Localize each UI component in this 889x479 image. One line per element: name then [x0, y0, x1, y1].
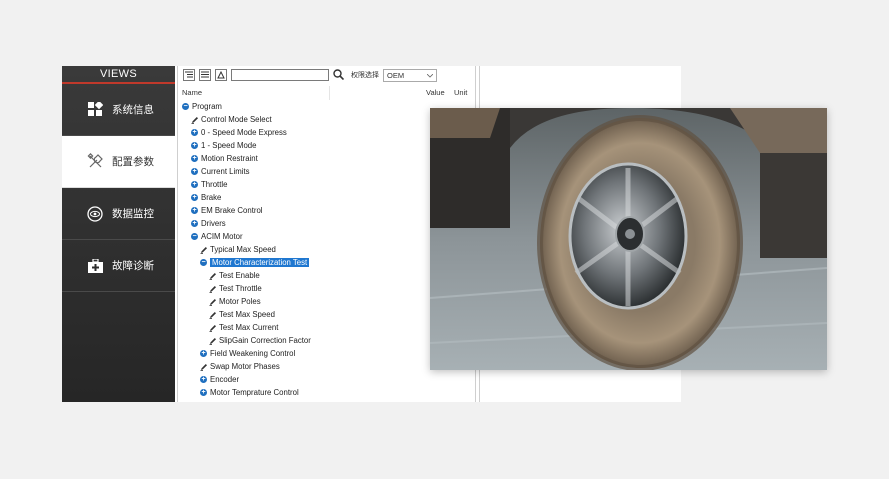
expand-icon[interactable]: +	[200, 389, 207, 396]
tree-row-label: Motor Poles	[219, 297, 261, 306]
tree-row-label: SlipGain Correction Factor	[219, 336, 311, 345]
tree-row-label: Test Max Current	[219, 323, 279, 332]
pencil-icon	[209, 324, 217, 332]
sidebar-item-config-params[interactable]: 配置参数	[62, 136, 175, 188]
collapse-icon[interactable]: −	[200, 259, 207, 266]
tree-header: Name Value Unit	[178, 86, 475, 100]
tree-row-label: Encoder	[210, 375, 240, 384]
expand-icon[interactable]: +	[191, 207, 198, 214]
search-input[interactable]	[231, 69, 329, 81]
expand-icon[interactable]: +	[191, 155, 198, 162]
expand-icon[interactable]: +	[200, 376, 207, 383]
tree-row-label: EM Brake Control	[201, 206, 263, 215]
collapse-all-icon[interactable]	[199, 69, 211, 81]
pencil-icon	[200, 363, 208, 371]
tree-row-label: Motor Characterization Test	[210, 258, 310, 267]
search-icon[interactable]	[333, 68, 345, 82]
pencil-icon	[209, 298, 217, 306]
permission-select-value: OEM	[387, 70, 405, 80]
tree-row-label: Swap Motor Phases	[210, 362, 280, 371]
tree-row[interactable]: + Encoder	[178, 373, 475, 386]
tree-row-label: Test Throttle	[219, 284, 262, 293]
column-header-value[interactable]: Value	[426, 88, 445, 97]
tree-row-label: Motion Restraint	[201, 154, 258, 163]
tree-row-label: Throttle	[201, 180, 228, 189]
column-header-name[interactable]: Name	[182, 88, 202, 97]
tree-row-label: Test Max Speed	[219, 310, 275, 319]
sidebar-item-label: 故障诊断	[112, 260, 154, 272]
tree-row-label: 0 - Speed Mode Express	[201, 128, 287, 137]
pencil-icon	[191, 116, 199, 124]
tree-row-label: Drivers	[201, 219, 226, 228]
chevron-down-icon	[426, 71, 434, 80]
column-header-unit[interactable]: Unit	[454, 88, 467, 97]
pencil-icon	[209, 311, 217, 319]
sidebar-item-fault-diagnosis[interactable]: 故障诊断	[62, 240, 175, 292]
expand-icon[interactable]: +	[191, 168, 198, 175]
expand-all-icon[interactable]	[183, 69, 195, 81]
sidebar-item-label: 配置参数	[112, 156, 154, 168]
tree-toolbar: 权限选择 OEM	[178, 66, 475, 84]
tree-row-label: Test Enable	[219, 271, 260, 280]
tree-row[interactable]: + Motor Temprature Control	[178, 386, 475, 399]
tree-row-label: Control Mode Select	[201, 115, 272, 124]
views-title: VIEWS	[62, 66, 175, 84]
tools-icon	[86, 153, 104, 171]
tree-row-label: Current Limits	[201, 167, 250, 176]
expand-icon[interactable]: +	[191, 142, 198, 149]
views-sidebar: VIEWS 系统信息 配置参数 数据监控 故障诊断	[62, 66, 175, 402]
refresh-icon[interactable]	[215, 69, 227, 81]
toolbox-icon	[86, 257, 104, 275]
tree-row-label: Field Weakening Control	[210, 349, 296, 358]
permission-label: 权限选择	[351, 72, 379, 79]
pencil-icon	[209, 272, 217, 280]
pencil-icon	[209, 337, 217, 345]
tree-row-label: Typical Max Speed	[210, 245, 276, 254]
tree-row-label: Motor Temprature Control	[210, 388, 299, 397]
pencil-icon	[200, 246, 208, 254]
dashboard-icon	[86, 101, 104, 119]
expand-icon[interactable]: +	[200, 350, 207, 357]
pencil-icon	[209, 285, 217, 293]
collapse-icon[interactable]: −	[191, 233, 198, 240]
tree-row-label: 1 - Speed Mode	[201, 141, 257, 150]
expand-icon[interactable]: +	[191, 194, 198, 201]
tree-row-label: Brake	[201, 193, 222, 202]
tree-row-label: ACIM Motor	[201, 232, 243, 241]
expand-icon[interactable]: +	[191, 220, 198, 227]
expand-icon[interactable]: +	[191, 129, 198, 136]
sidebar-item-data-monitor[interactable]: 数据监控	[62, 188, 175, 240]
permission-select[interactable]: OEM	[383, 68, 437, 82]
sidebar-item-system-info[interactable]: 系统信息	[62, 84, 175, 136]
eye-icon	[86, 205, 104, 223]
tree-row-label: Program	[192, 102, 222, 111]
expand-icon[interactable]: +	[191, 181, 198, 188]
sidebar-item-label: 系统信息	[112, 104, 154, 116]
spinning-wheel-photo	[430, 108, 827, 370]
column-divider[interactable]	[329, 86, 330, 100]
sidebar-item-label: 数据监控	[112, 208, 154, 220]
collapse-icon[interactable]: −	[182, 103, 189, 110]
